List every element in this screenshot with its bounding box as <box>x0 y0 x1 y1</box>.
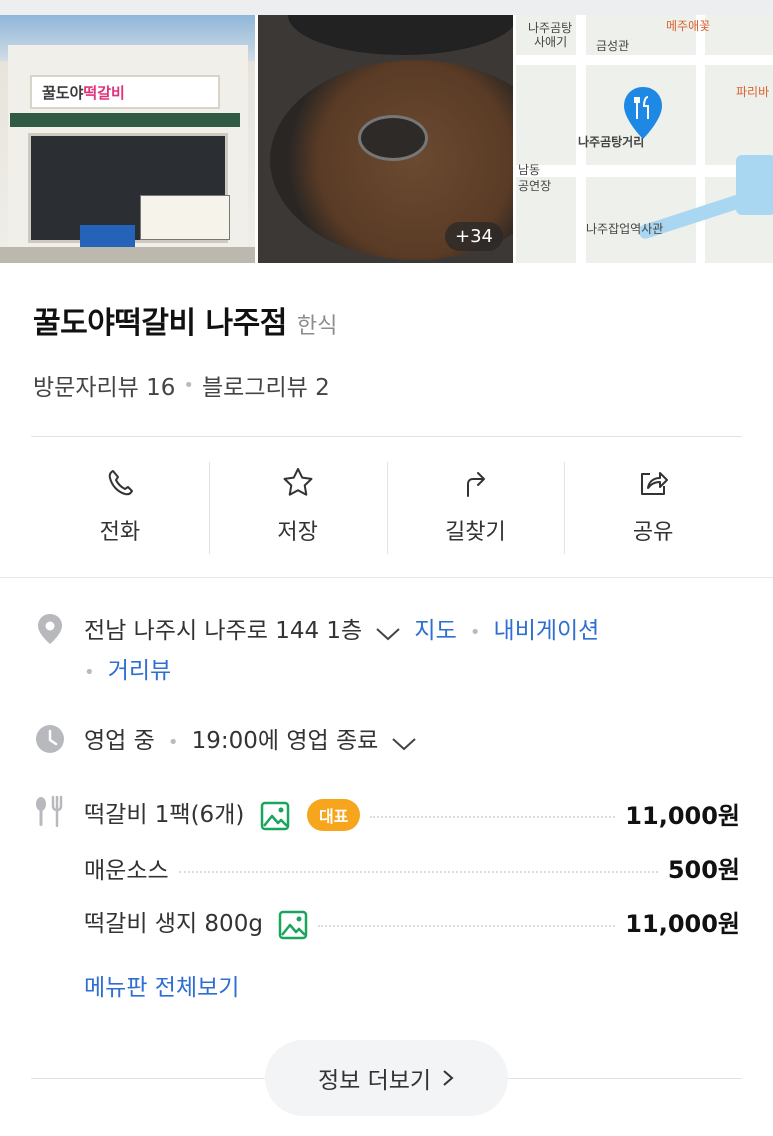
review-counts: 방문자리뷰 16 • 블로그리뷰 2 <box>33 368 330 402</box>
menu-item-price: 11,000원 <box>625 910 740 939</box>
location-map-thumbnail[interactable]: 나주곰탕 사애기 금성관 메주애꽃 파리바 나주곰탕거리 남동 공연장 나주잡업… <box>516 15 773 263</box>
store-sign: 꿀도야떡갈비 <box>30 75 220 109</box>
address-text[interactable]: 전남 나주시 나주로 144 1층 <box>84 618 362 644</box>
menu-item[interactable]: 떡갈비 생지 800g 11,000원 <box>84 904 740 940</box>
map-label: 남동 <box>518 163 541 177</box>
open-status: 영업 중 <box>84 728 155 754</box>
chevron-down-icon[interactable] <box>375 626 401 642</box>
action-bar: 전화 저장 길찾기 공유 <box>31 462 742 554</box>
hours-row[interactable]: 영업 중 • 19:00에 영업 종료 <box>33 722 417 762</box>
menu-item-name: 떡갈비 1팩(6개) <box>84 802 245 828</box>
address-row: 전남 나주시 나주로 144 1층 지도 • 내비게이션 • 거리뷰 <box>33 612 724 692</box>
map-label: 파리바 <box>736 85 770 99</box>
view-full-menu-link[interactable]: 메뉴판 전체보기 <box>84 968 239 1002</box>
closing-time: 19:00에 영업 종료 <box>191 728 379 754</box>
street-view-link[interactable]: 거리뷰 <box>108 658 171 684</box>
menu-item-price: 11,000원 <box>625 801 740 830</box>
menu-item-price: 500원 <box>667 856 740 884</box>
menu-section-icon-wrap <box>33 794 84 828</box>
map-label: 공연장 <box>518 179 552 193</box>
share-button[interactable]: 공유 <box>564 462 742 554</box>
star-icon <box>283 468 313 496</box>
chevron-right-icon <box>443 1070 454 1086</box>
map-label: 사애기 <box>534 35 568 49</box>
call-button[interactable]: 전화 <box>31 462 209 554</box>
more-photos-badge[interactable]: +34 <box>445 222 503 251</box>
save-button[interactable]: 저장 <box>208 462 387 554</box>
menu-item[interactable]: 매운소스 500원 <box>84 850 740 885</box>
menu-item-name: 매운소스 <box>84 857 169 884</box>
navigation-link[interactable]: 내비게이션 <box>494 618 600 644</box>
utensils-icon <box>36 795 63 827</box>
photo-icon[interactable] <box>278 910 308 940</box>
divider <box>31 436 742 437</box>
storefront-photo[interactable]: 꿀도야떡갈비 <box>0 15 255 263</box>
place-title-row: 꿀도야떡갈비 나주점 한식 <box>33 298 337 342</box>
visitor-reviews-link[interactable]: 방문자리뷰 16 <box>33 368 175 402</box>
map-label: 나주잡업역사관 <box>586 222 664 236</box>
more-info-button[interactable]: 정보 더보기 <box>265 1040 508 1116</box>
phone-icon <box>108 470 133 496</box>
place-name: 꿀도야떡갈비 나주점 <box>33 306 287 341</box>
directions-icon <box>467 472 486 497</box>
map-label: 금성관 <box>596 39 630 53</box>
location-pin-icon <box>38 614 62 644</box>
place-category: 한식 <box>296 314 338 339</box>
map-label: 메주애꽃 <box>666 19 711 33</box>
directions-button[interactable]: 길찾기 <box>386 462 565 554</box>
section-divider <box>0 577 773 578</box>
top-strip <box>0 0 773 15</box>
food-photo[interactable]: +34 <box>258 15 513 263</box>
map-pin-icon <box>624 87 662 139</box>
share-icon <box>641 472 669 495</box>
photo-icon[interactable] <box>260 801 290 831</box>
chevron-down-icon[interactable] <box>391 736 417 752</box>
map-link[interactable]: 지도 <box>414 618 456 644</box>
signature-badge: 대표 <box>306 799 361 831</box>
photo-gallery[interactable]: 꿀도야떡갈비 +34 나주곰탕 사애기 금성관 메주애꽃 파리바 나주곰탕거리 … <box>0 15 773 263</box>
clock-icon <box>36 725 64 753</box>
menu-item[interactable]: 떡갈비 1팩(6개) 대표 11,000원 <box>84 795 740 831</box>
menu-item-name: 떡갈비 생지 800g <box>84 911 263 937</box>
blog-reviews-link[interactable]: 블로그리뷰 2 <box>202 368 330 402</box>
